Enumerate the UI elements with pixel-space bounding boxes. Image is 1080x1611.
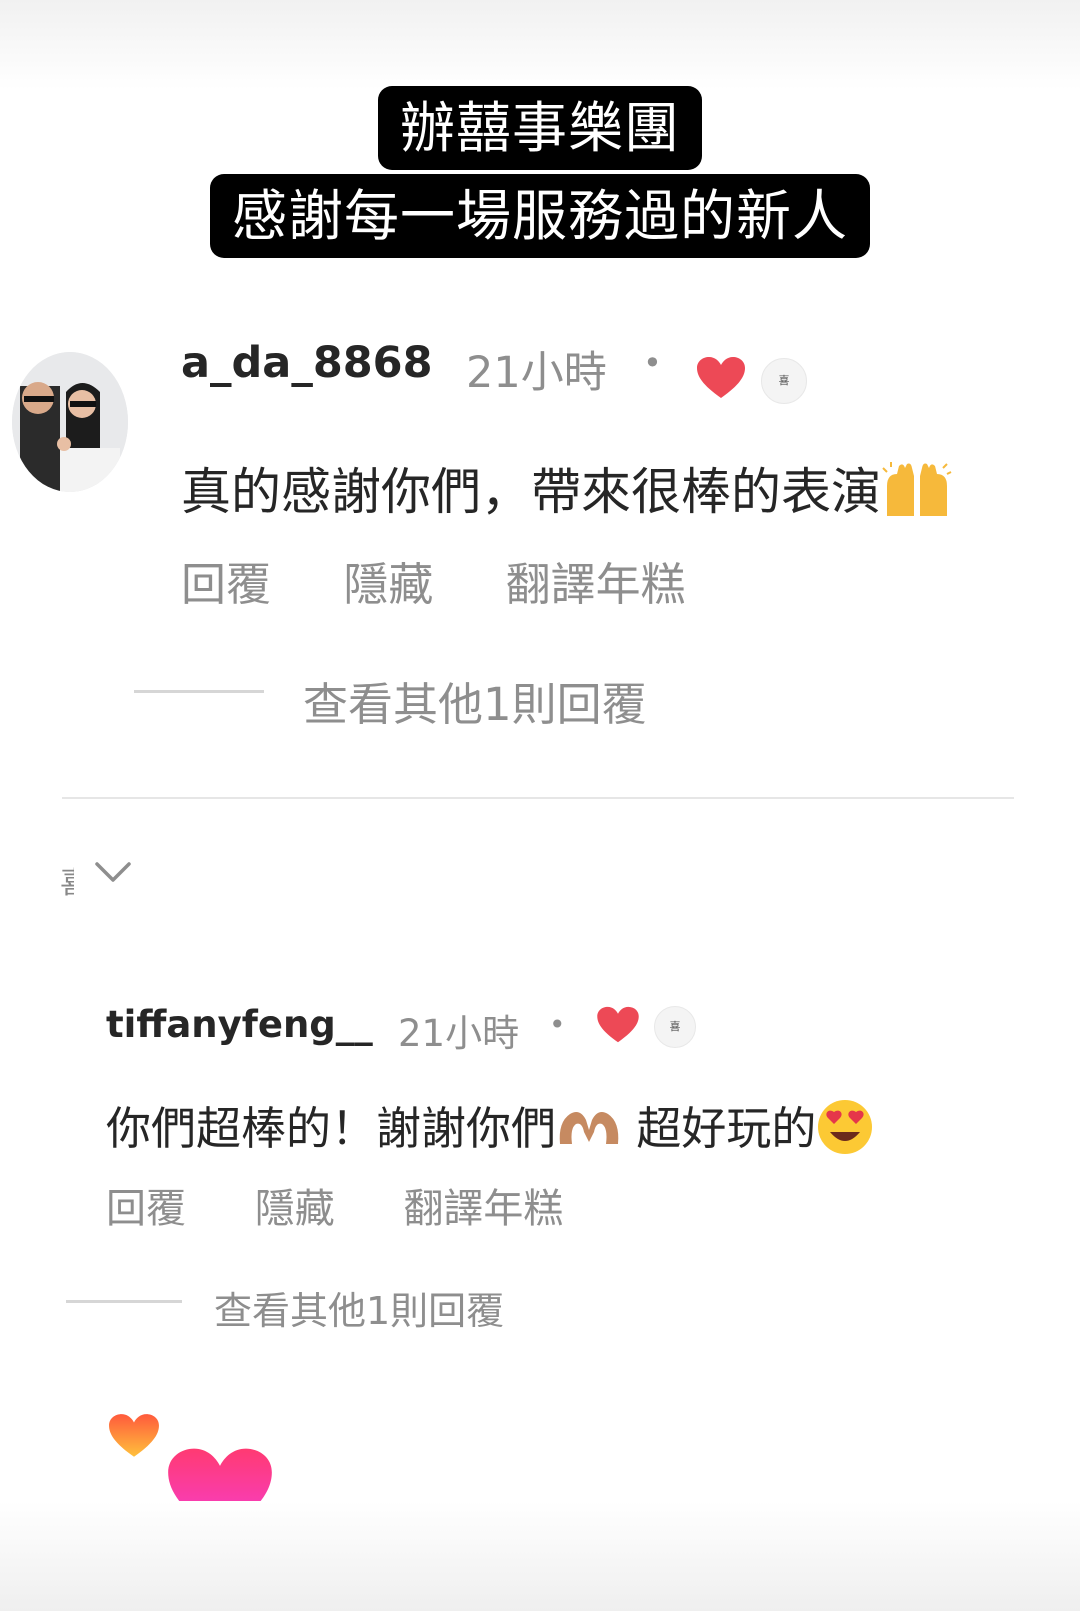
top-fade [0,0,1080,90]
divider [62,797,1014,799]
cropped-side-glyph: 喜 [60,858,74,902]
comment-text: 你們超棒的！謝謝你們 超好玩的 [106,1092,874,1167]
hide-button[interactable]: 隱藏 [343,548,433,613]
comment-text: 真的感謝你們，帶來很棒的表演 [181,452,953,530]
like-heart-icon[interactable] [696,356,746,404]
caption-line-1: 辦囍事樂團 [0,86,1080,170]
comment-time: 21小時 [398,1012,520,1055]
dot-separator: • [643,344,662,382]
dot-separator: • [549,1008,566,1041]
heart-eyes-icon [816,1098,874,1167]
caption-text-1: 辦囍事樂團 [377,86,702,170]
view-replies-button[interactable]: 查看其他1則回覆 [303,668,647,733]
replies-line [134,690,264,693]
replies-line [66,1300,182,1303]
translate-button[interactable]: 翻譯年糕 [403,1176,563,1234]
caption-line-2: 感謝每一場服務過的新人 [0,174,1080,258]
view-replies-button[interactable]: 查看其他1則回覆 [214,1280,504,1335]
caption-text-2: 感謝每一場服務過的新人 [209,174,870,258]
comment-actions: 回覆 隱藏 翻譯年糕 [106,1176,563,1234]
creator-badge-icon: 喜 [654,1006,696,1048]
comment-actions: 回覆 隱藏 翻譯年糕 [181,548,686,613]
hide-button[interactable]: 隱藏 [255,1176,335,1234]
avatar[interactable] [12,352,128,492]
comment-time: 21小時 [466,348,607,398]
creator-badge-icon: 喜 [761,358,807,404]
comment-body: 真的感謝你們，帶來很棒的表演 [181,463,881,521]
comment-body-part-2: 超好玩的 [622,1102,817,1155]
reply-button[interactable]: 回覆 [181,548,271,613]
chevron-down-icon[interactable] [94,860,132,890]
floating-heart-small-icon [108,1413,160,1463]
comment-username[interactable]: a_da_8868 [181,338,433,388]
comment-username[interactable]: tiffanyfeng__ [106,1003,373,1046]
raising-hands-icon [881,461,953,530]
bottom-fade [0,1501,1080,1611]
heart-hands-icon [556,1106,622,1159]
like-heart-icon[interactable] [596,1006,640,1048]
reply-button[interactable]: 回覆 [106,1176,186,1234]
translate-button[interactable]: 翻譯年糕 [506,548,686,613]
comment-body-part-1: 你們超棒的！謝謝你們 [106,1102,557,1155]
